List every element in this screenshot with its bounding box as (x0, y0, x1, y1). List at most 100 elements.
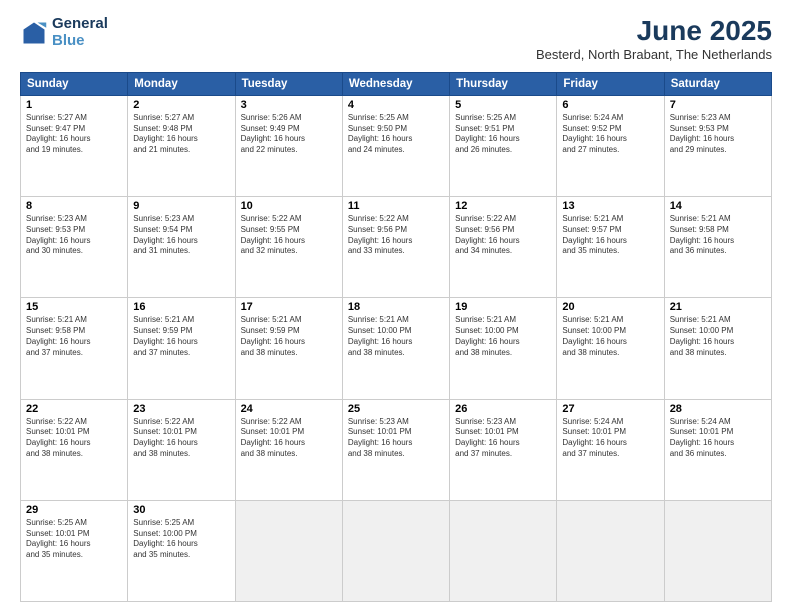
header-saturday: Saturday (664, 72, 771, 95)
day-info: Sunrise: 5:24 AM Sunset: 10:01 PM Daylig… (670, 417, 766, 460)
day-info: Sunrise: 5:22 AM Sunset: 10:01 PM Daylig… (26, 417, 122, 460)
calendar-week-0: 1 Sunrise: 5:27 AM Sunset: 9:47 PM Daylig… (21, 95, 772, 196)
day-number: 24 (241, 403, 337, 415)
calendar-cell: 12Sunrise: 5:22 AM Sunset: 9:56 PM Dayli… (450, 197, 557, 298)
day-info: Sunrise: 5:21 AM Sunset: 10:00 PM Daylig… (455, 315, 551, 358)
calendar-cell: 14 Sunrise: 5:21 AM Sunset: 9:58 PM Dayli… (664, 197, 771, 298)
calendar-cell: 27 Sunrise: 5:24 AM Sunset: 10:01 PM Dayl… (557, 399, 664, 500)
day-info: Sunrise: 5:23 AM Sunset: 9:53 PM Dayligh… (670, 113, 766, 156)
day-number: 2 (133, 99, 229, 111)
day-info: Sunrise: 5:22 AM Sunset: 10:01 PM Daylig… (241, 417, 337, 460)
day-info: Sunrise: 5:23 AM Sunset: 9:54 PM Dayligh… (133, 214, 229, 257)
header: General Blue June 2025 Besterd, North Br… (20, 16, 772, 62)
calendar-cell: 13 Sunrise: 5:21 AM Sunset: 9:57 PM Dayli… (557, 197, 664, 298)
calendar-cell (235, 500, 342, 601)
calendar-table: SundayMondayTuesdayWednesdayThursdayFrid… (20, 72, 772, 602)
day-number: 14 (670, 200, 766, 212)
day-info: Sunrise: 5:24 AM Sunset: 10:01 PM Daylig… (562, 417, 658, 460)
calendar-cell: 7 Sunrise: 5:23 AM Sunset: 9:53 PM Daylig… (664, 95, 771, 196)
day-number: 18 (348, 301, 444, 313)
subtitle: Besterd, North Brabant, The Netherlands (536, 47, 772, 62)
day-number: 12 (455, 200, 551, 212)
day-info: Sunrise: 5:26 AM Sunset: 9:49 PM Dayligh… (241, 113, 337, 156)
day-info: Sunrise: 5:22 AM Sunset: 10:01 PM Daylig… (133, 417, 229, 460)
day-info: Sunrise: 5:21 AM Sunset: 9:58 PM Dayligh… (26, 315, 122, 358)
calendar-cell (557, 500, 664, 601)
logo-line2: Blue (52, 33, 108, 50)
calendar-cell: 21 Sunrise: 5:21 AM Sunset: 10:00 PM Dayl… (664, 298, 771, 399)
day-number: 26 (455, 403, 551, 415)
header-wednesday: Wednesday (342, 72, 449, 95)
day-number: 30 (133, 504, 229, 516)
day-info: Sunrise: 5:21 AM Sunset: 10:00 PM Daylig… (670, 315, 766, 358)
logo-area: General Blue (20, 16, 108, 49)
day-number: 22 (26, 403, 122, 415)
day-info: Sunrise: 5:21 AM Sunset: 9:58 PM Dayligh… (670, 214, 766, 257)
day-number: 19 (455, 301, 551, 313)
day-number: 13 (562, 200, 658, 212)
calendar-cell: 28 Sunrise: 5:24 AM Sunset: 10:01 PM Dayl… (664, 399, 771, 500)
calendar-cell: 15Sunrise: 5:21 AM Sunset: 9:58 PM Dayli… (21, 298, 128, 399)
day-info: Sunrise: 5:21 AM Sunset: 10:00 PM Daylig… (348, 315, 444, 358)
header-monday: Monday (128, 72, 235, 95)
day-number: 7 (670, 99, 766, 111)
main-title: June 2025 (536, 16, 772, 47)
day-info: Sunrise: 5:27 AM Sunset: 9:48 PM Dayligh… (133, 113, 229, 156)
calendar-cell: 23 Sunrise: 5:22 AM Sunset: 10:01 PM Dayl… (128, 399, 235, 500)
day-info: Sunrise: 5:25 AM Sunset: 9:51 PM Dayligh… (455, 113, 551, 156)
calendar-cell (450, 500, 557, 601)
day-info: Sunrise: 5:23 AM Sunset: 10:01 PM Daylig… (348, 417, 444, 460)
calendar-cell: 2 Sunrise: 5:27 AM Sunset: 9:48 PM Daylig… (128, 95, 235, 196)
calendar-cell: 10 Sunrise: 5:22 AM Sunset: 9:55 PM Dayli… (235, 197, 342, 298)
calendar-week-4: 29Sunrise: 5:25 AM Sunset: 10:01 PM Dayl… (21, 500, 772, 601)
day-info: Sunrise: 5:24 AM Sunset: 9:52 PM Dayligh… (562, 113, 658, 156)
calendar-cell: 8 Sunrise: 5:23 AM Sunset: 9:53 PM Daylig… (21, 197, 128, 298)
calendar-cell: 20Sunrise: 5:21 AM Sunset: 10:00 PM Dayl… (557, 298, 664, 399)
calendar-header-row: SundayMondayTuesdayWednesdayThursdayFrid… (21, 72, 772, 95)
calendar-cell (342, 500, 449, 601)
calendar-cell: 19 Sunrise: 5:21 AM Sunset: 10:00 PM Dayl… (450, 298, 557, 399)
day-number: 9 (133, 200, 229, 212)
calendar-cell: 11 Sunrise: 5:22 AM Sunset: 9:56 PM Dayli… (342, 197, 449, 298)
day-number: 6 (562, 99, 658, 111)
calendar-cell: 16 Sunrise: 5:21 AM Sunset: 9:59 PM Dayli… (128, 298, 235, 399)
calendar-week-3: 22 Sunrise: 5:22 AM Sunset: 10:01 PM Dayl… (21, 399, 772, 500)
calendar-cell: 3 Sunrise: 5:26 AM Sunset: 9:49 PM Daylig… (235, 95, 342, 196)
header-friday: Friday (557, 72, 664, 95)
title-area: June 2025 Besterd, North Brabant, The Ne… (536, 16, 772, 62)
day-number: 3 (241, 99, 337, 111)
day-info: Sunrise: 5:23 AM Sunset: 9:53 PM Dayligh… (26, 214, 122, 257)
day-info: Sunrise: 5:21 AM Sunset: 9:57 PM Dayligh… (562, 214, 658, 257)
calendar-cell: 6 Sunrise: 5:24 AM Sunset: 9:52 PM Daylig… (557, 95, 664, 196)
calendar-cell: 9 Sunrise: 5:23 AM Sunset: 9:54 PM Daylig… (128, 197, 235, 298)
day-number: 1 (26, 99, 122, 111)
day-info: Sunrise: 5:23 AM Sunset: 10:01 PM Daylig… (455, 417, 551, 460)
calendar-week-2: 15Sunrise: 5:21 AM Sunset: 9:58 PM Dayli… (21, 298, 772, 399)
day-number: 8 (26, 200, 122, 212)
calendar-cell: 17Sunrise: 5:21 AM Sunset: 9:59 PM Dayli… (235, 298, 342, 399)
day-number: 16 (133, 301, 229, 313)
day-info: Sunrise: 5:22 AM Sunset: 9:56 PM Dayligh… (348, 214, 444, 257)
calendar-cell: 25Sunrise: 5:23 AM Sunset: 10:01 PM Dayl… (342, 399, 449, 500)
day-number: 28 (670, 403, 766, 415)
logo-line1: General (52, 16, 108, 33)
day-number: 21 (670, 301, 766, 313)
day-number: 23 (133, 403, 229, 415)
calendar-cell: 22 Sunrise: 5:22 AM Sunset: 10:01 PM Dayl… (21, 399, 128, 500)
day-number: 5 (455, 99, 551, 111)
calendar-cell: 30 Sunrise: 5:25 AM Sunset: 10:00 PM Dayl… (128, 500, 235, 601)
day-number: 20 (562, 301, 658, 313)
day-number: 17 (241, 301, 337, 313)
day-number: 10 (241, 200, 337, 212)
day-info: Sunrise: 5:22 AM Sunset: 9:55 PM Dayligh… (241, 214, 337, 257)
day-info: Sunrise: 5:21 AM Sunset: 9:59 PM Dayligh… (133, 315, 229, 358)
day-info: Sunrise: 5:25 AM Sunset: 10:00 PM Daylig… (133, 518, 229, 561)
day-info: Sunrise: 5:27 AM Sunset: 9:47 PM Dayligh… (26, 113, 122, 156)
day-number: 27 (562, 403, 658, 415)
calendar-cell: 26 Sunrise: 5:23 AM Sunset: 10:01 PM Dayl… (450, 399, 557, 500)
day-number: 11 (348, 200, 444, 212)
calendar-cell: 5 Sunrise: 5:25 AM Sunset: 9:51 PM Daylig… (450, 95, 557, 196)
calendar-cell: 29Sunrise: 5:25 AM Sunset: 10:01 PM Dayl… (21, 500, 128, 601)
calendar-cell (664, 500, 771, 601)
calendar-cell: 1 Sunrise: 5:27 AM Sunset: 9:47 PM Daylig… (21, 95, 128, 196)
